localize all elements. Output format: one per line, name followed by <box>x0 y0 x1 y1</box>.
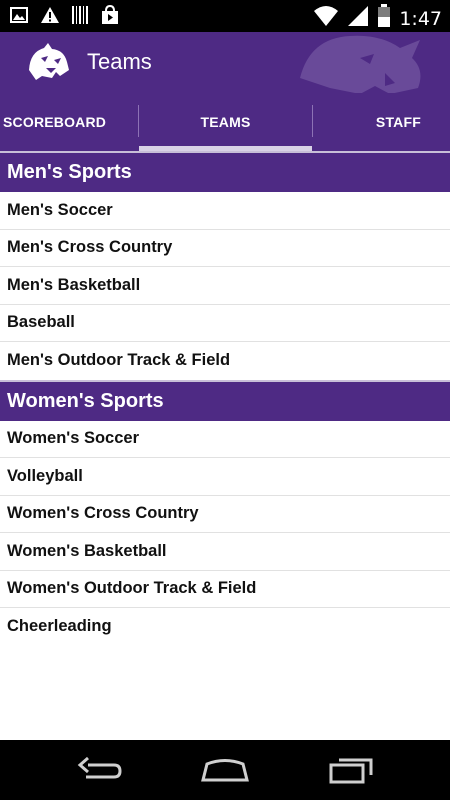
list-item-baseball[interactable]: Baseball <box>0 305 450 342</box>
status-bar: 1:47 <box>0 0 450 32</box>
status-system: 1:47 <box>313 4 442 33</box>
image-icon <box>10 6 28 29</box>
battery-icon <box>377 4 391 33</box>
list-item-womens-outdoor-track-field[interactable]: Women's Outdoor Track & Field <box>0 571 450 608</box>
list-item-volleyball[interactable]: Volleyball <box>0 458 450 496</box>
warning-icon <box>40 6 60 29</box>
navigation-bar <box>0 740 450 800</box>
barcode-icon <box>72 5 88 30</box>
shopping-bag-icon <box>100 4 120 30</box>
status-notifications <box>10 4 120 30</box>
home-icon[interactable] <box>200 755 250 785</box>
list-item-womens-cross-country[interactable]: Women's Cross Country <box>0 496 450 533</box>
list-item-womens-basketball[interactable]: Women's Basketball <box>0 533 450 571</box>
list-item-mens-cross-country[interactable]: Men's Cross Country <box>0 230 450 267</box>
wildcat-logo-icon <box>29 43 69 80</box>
action-bar: Teams <box>0 32 450 93</box>
section-header-mens-sports: Men's Sports <box>0 151 450 192</box>
status-time: 1:47 <box>399 7 442 30</box>
tab-scoreboard[interactable]: SCOREBOARD <box>0 93 138 151</box>
back-icon[interactable] <box>76 755 126 785</box>
tab-label: STAFF <box>375 114 421 130</box>
tab-label: TEAMS <box>200 114 251 130</box>
list-item-womens-soccer[interactable]: Women's Soccer <box>0 421 450 458</box>
mascot-watermark-icon <box>300 35 421 93</box>
section-header-womens-sports: Women's Sports <box>0 379 450 421</box>
page-title: Teams <box>87 49 152 74</box>
recents-icon[interactable] <box>327 755 377 785</box>
tab-staff[interactable]: STAFF <box>313 93 450 151</box>
tab-bar: SCOREBOARD TEAMS STAFF <box>0 93 450 151</box>
list-item-mens-basketball[interactable]: Men's Basketball <box>0 267 450 305</box>
tab-teams[interactable]: TEAMS <box>138 93 313 151</box>
list-item-mens-soccer[interactable]: Men's Soccer <box>0 192 450 230</box>
list-item-cheerleading[interactable]: Cheerleading <box>0 608 450 646</box>
tab-divider <box>138 105 139 137</box>
teams-list: Men's Sports Men's Soccer Men's Cross Co… <box>0 151 450 646</box>
tab-label: SCOREBOARD <box>3 114 107 130</box>
signal-icon <box>347 5 369 32</box>
wifi-icon <box>313 5 339 32</box>
list-item-mens-outdoor-track-field[interactable]: Men's Outdoor Track & Field <box>0 342 450 380</box>
